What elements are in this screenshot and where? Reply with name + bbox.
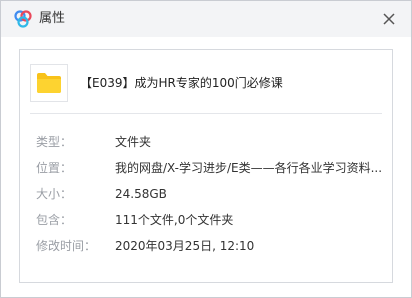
property-row-type: 类型： 文件夹 — [20, 133, 392, 151]
property-row-modified: 修改时间： 2020年03月25日, 12:10 — [20, 237, 392, 255]
property-row-size: 大小： 24.58GB — [20, 185, 392, 203]
file-name: 【E039】成为HR专家的100门必修课 — [80, 76, 283, 90]
file-icon-frame — [30, 64, 68, 102]
property-value: 111个文件,0个文件夹 — [115, 213, 234, 227]
property-row-contains: 包含： 111个文件,0个文件夹 — [20, 211, 392, 229]
close-button[interactable] — [379, 9, 399, 29]
property-label: 位置： — [36, 161, 73, 175]
properties-panel: 【E039】成为HR专家的100门必修课 类型： 文件夹 位置： 我的网盘/X-… — [19, 49, 393, 283]
properties-dialog: 属性 【E039】成为HR专家的100门必修课 类型： 文件夹 位置： 我的网盘… — [0, 0, 412, 298]
baidu-netdisk-logo-icon — [13, 10, 33, 28]
property-label: 修改时间： — [36, 239, 97, 253]
property-label: 类型： — [36, 135, 73, 149]
property-value[interactable]: 我的网盘/X-学习进步/E类——各行各业学习资料... — [115, 159, 385, 177]
property-value: 文件夹 — [115, 135, 152, 149]
property-value: 2020年03月25日, 12:10 — [115, 239, 255, 253]
folder-icon — [37, 73, 61, 93]
property-label: 大小： — [36, 187, 73, 201]
close-icon — [383, 13, 395, 25]
property-row-location: 位置： 我的网盘/X-学习进步/E类——各行各业学习资料... — [20, 159, 392, 177]
dialog-title: 属性 — [39, 11, 66, 26]
title-bar: 属性 — [1, 1, 411, 37]
property-label: 包含： — [36, 213, 73, 227]
property-value: 24.58GB — [115, 187, 167, 201]
divider — [30, 113, 382, 114]
